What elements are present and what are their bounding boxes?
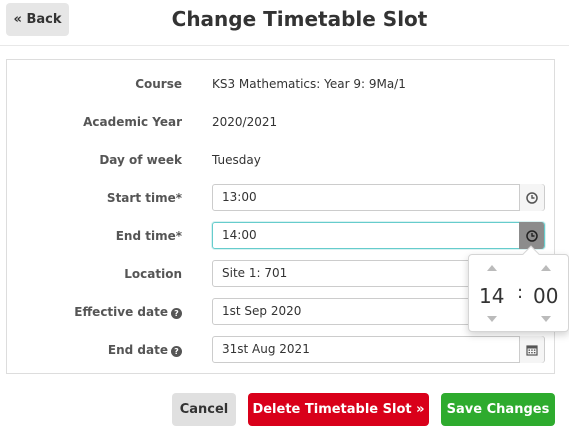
end-time-clock-button[interactable] xyxy=(519,222,544,249)
save-changes-button[interactable]: Save Changes xyxy=(441,393,555,426)
course-value: KS3 Mathematics: Year 9: 9Ma/1 xyxy=(212,77,406,91)
hour-value[interactable]: 14 xyxy=(479,284,504,308)
calendar-icon xyxy=(526,344,538,356)
end-date-label-text: End date xyxy=(107,343,168,357)
location-label: Location xyxy=(124,267,182,281)
day-of-week-label: Day of week xyxy=(99,153,182,167)
page-title: Change Timetable Slot xyxy=(171,7,428,31)
hour-decrement-arrow[interactable] xyxy=(487,316,497,322)
end-time-input[interactable]: 14:00 xyxy=(212,222,545,249)
clock-icon xyxy=(526,191,538,204)
hour-increment-arrow[interactable] xyxy=(487,265,497,271)
minute-decrement-arrow[interactable] xyxy=(541,316,551,322)
end-time-label: End time* xyxy=(115,229,182,243)
effective-date-value: 1st Sep 2020 xyxy=(222,304,302,318)
time-separator: : xyxy=(517,282,524,303)
minute-increment-arrow[interactable] xyxy=(541,265,551,271)
effective-date-label: Effective date? xyxy=(74,305,182,319)
course-label: Course xyxy=(135,77,182,91)
minute-value[interactable]: 00 xyxy=(533,284,558,308)
start-time-label: Start time* xyxy=(106,191,182,205)
end-date-value: 31st Aug 2021 xyxy=(222,342,310,356)
end-date-calendar-button[interactable] xyxy=(519,336,544,363)
academic-year-value: 2020/2021 xyxy=(212,115,278,129)
start-time-value: 13:00 xyxy=(222,190,257,204)
end-date-input[interactable]: 31st Aug 2021 xyxy=(212,336,545,363)
academic-year-label: Academic Year xyxy=(83,115,182,129)
end-date-label: End date? xyxy=(108,343,182,357)
help-icon[interactable]: ? xyxy=(171,308,182,319)
clock-icon xyxy=(526,229,538,242)
end-time-value: 14:00 xyxy=(222,228,257,242)
start-time-input[interactable]: 13:00 xyxy=(212,184,545,211)
page-header: « Back Change Timetable Slot xyxy=(0,0,569,46)
help-icon[interactable]: ? xyxy=(171,346,182,357)
effective-date-label-text: Effective date xyxy=(74,305,168,319)
start-time-clock-button[interactable] xyxy=(519,184,544,211)
cancel-button[interactable]: Cancel xyxy=(172,393,236,426)
delete-timetable-slot-button[interactable]: Delete Timetable Slot » xyxy=(248,393,429,426)
day-of-week-value: Tuesday xyxy=(212,153,261,167)
location-value: Site 1: 701 xyxy=(222,266,288,280)
time-picker-popover: 14 : 00 xyxy=(468,245,569,332)
